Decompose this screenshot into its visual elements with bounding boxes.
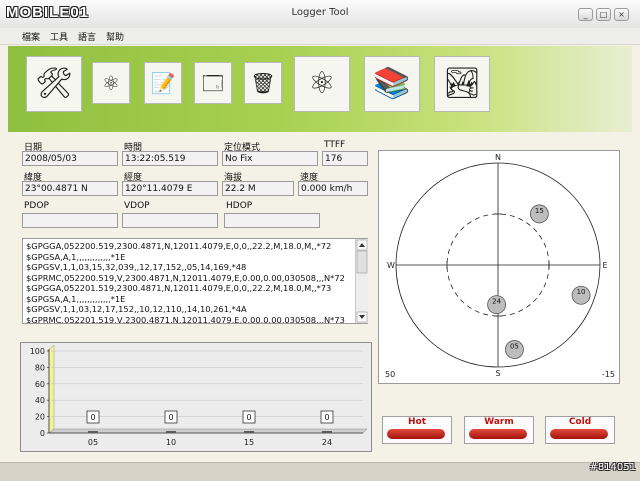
nmea-line: $GPGSV,1,1,03,15,32,039,,12,17,152,,05,1… bbox=[26, 262, 247, 272]
sky-plot: N S E W 50 -15 15 10 24 05 bbox=[385, 153, 615, 379]
speed-field: 0.000 km/h bbox=[298, 181, 368, 196]
snr-chart: 020406080100005010015024 bbox=[30, 344, 368, 447]
y-tick-label: 60 bbox=[35, 380, 45, 389]
clear-icon: 🗑 bbox=[250, 71, 276, 95]
snr-bar bbox=[88, 431, 98, 433]
x-tick-label: 10 bbox=[166, 438, 176, 447]
menu-tools[interactable]: 工具 bbox=[50, 30, 68, 43]
satellite-prn-label: 10 bbox=[577, 288, 586, 296]
window-button[interactable]: 🗔 bbox=[194, 62, 232, 104]
menu-bar: 檔案 工具 語言 幫助 bbox=[0, 28, 640, 45]
satellite-prn-label: 05 bbox=[510, 343, 519, 351]
latitude-field: 23°00.4871 N bbox=[22, 181, 118, 196]
sky-corner-left-label: 50 bbox=[385, 370, 395, 379]
cold-start-button[interactable]: Cold bbox=[545, 416, 615, 444]
y-tick-label: 20 bbox=[35, 413, 45, 422]
y-tick-label: 100 bbox=[30, 347, 45, 356]
menu-help[interactable]: 幫助 bbox=[106, 30, 124, 43]
satellite-atom-icon: ⚛ bbox=[308, 66, 336, 101]
documents-stack-icon: 📚 bbox=[373, 66, 411, 101]
clear-button[interactable]: 🗑 bbox=[244, 62, 282, 104]
x-tick-label: 15 bbox=[244, 438, 254, 447]
x-tick-label: 24 bbox=[322, 438, 332, 447]
nmea-log[interactable]: $GPGGA,052200.519,2300.4871,N,12011.4079… bbox=[22, 238, 368, 324]
hot-button-bar bbox=[387, 429, 445, 439]
hot-button-label: Hot bbox=[407, 417, 427, 427]
hdop-field bbox=[224, 213, 320, 228]
bar-value-label: 0 bbox=[90, 413, 95, 422]
snr-bar bbox=[322, 431, 332, 433]
window-icon: 🗔 bbox=[202, 71, 224, 95]
hdop-label: HDOP bbox=[226, 201, 253, 211]
bar-value-label: 0 bbox=[168, 413, 173, 422]
bar-value-label: 0 bbox=[246, 413, 251, 422]
nmea-scrollbar[interactable] bbox=[355, 239, 368, 323]
nmea-line: $GPGSA,A,1,,,,,,,,,,,,,*1E bbox=[26, 251, 126, 262]
satellite-prn-label: 24 bbox=[492, 298, 501, 306]
pdop-label: PDOP bbox=[24, 201, 49, 211]
y-tick-label: 0 bbox=[40, 429, 45, 438]
nmea-line: $GPGSV,1,1,03,12,17,152,,10,12,110,,14,1… bbox=[26, 304, 247, 314]
menu-file[interactable]: 檔案 bbox=[22, 30, 40, 43]
map-photo-icon: 🏞 bbox=[442, 66, 482, 101]
nmea-line: $GPGGA,052201.519,2300.4871,N,12011.4079… bbox=[26, 283, 332, 293]
x-tick-label: 05 bbox=[88, 438, 98, 447]
molecule-button[interactable]: ⚛ bbox=[92, 62, 130, 104]
y-tick-label: 80 bbox=[35, 363, 45, 372]
map-button[interactable]: 🏞 bbox=[434, 56, 490, 112]
altitude-field: 22.2 M bbox=[222, 181, 294, 196]
close-button[interactable]: × bbox=[614, 8, 629, 21]
nmea-line: $GPGSA,A,1,,,,,,,,,,,,,*1E bbox=[26, 293, 126, 304]
compass-south-label: S bbox=[495, 369, 500, 378]
nmea-line: $GPRMC,052201.519,V,2300.4871,N,12011.40… bbox=[26, 314, 345, 324]
sky-corner-right-label: -15 bbox=[602, 370, 615, 379]
sky-view-panel: N S E W 50 -15 15 10 24 05 bbox=[378, 150, 620, 384]
bar-value-label: 0 bbox=[324, 413, 329, 422]
time-field: 13:22:05.519 bbox=[122, 151, 218, 166]
title-bar: MOBILE01 Logger Tool _ □ × bbox=[0, 0, 640, 29]
date-field: 2008/05/03 bbox=[22, 151, 118, 166]
warm-button-label: Warm bbox=[484, 417, 514, 427]
nmea-line: $GPRMC,052200.519,V,2300.4871,N,12011.40… bbox=[26, 272, 345, 283]
satellite-view-button[interactable]: ⚛ bbox=[294, 56, 350, 112]
cold-button-bar bbox=[550, 429, 608, 439]
compass-west-label: W bbox=[387, 261, 395, 270]
y-tick-label: 40 bbox=[35, 396, 45, 405]
longitude-field: 120°11.4079 E bbox=[122, 181, 218, 196]
document-edit-button[interactable]: 📝 bbox=[144, 62, 182, 104]
pdop-field bbox=[22, 213, 118, 228]
document-edit-icon: 📝 bbox=[150, 71, 176, 95]
chart-back-wall bbox=[48, 344, 55, 434]
documents-button[interactable]: 📚 bbox=[364, 56, 420, 112]
maximize-button[interactable]: □ bbox=[596, 8, 611, 21]
ttff-label: TTFF bbox=[324, 140, 346, 150]
vdop-field bbox=[122, 213, 218, 228]
molecule-icon: ⚛ bbox=[102, 71, 120, 95]
fix-mode-field: No Fix bbox=[222, 151, 318, 166]
snr-bar bbox=[244, 431, 254, 433]
cold-button-label: Cold bbox=[568, 417, 592, 427]
ttff-field: 176 bbox=[322, 151, 368, 166]
minimize-button[interactable]: _ bbox=[578, 8, 593, 21]
menu-language[interactable]: 語言 bbox=[78, 30, 96, 43]
compass-north-label: N bbox=[495, 153, 501, 162]
warm-start-button[interactable]: Warm bbox=[464, 416, 534, 444]
watermark: #814051 bbox=[589, 462, 636, 473]
nmea-line: $GPGGA,052200.519,2300.4871,N,12011.4079… bbox=[26, 241, 332, 251]
settings-tools-button[interactable]: 🛠 bbox=[26, 56, 82, 112]
compass-east-label: E bbox=[602, 261, 607, 270]
scrollbar-arrows bbox=[356, 239, 368, 323]
hot-start-button[interactable]: Hot bbox=[382, 416, 452, 444]
vdop-label: VDOP bbox=[124, 201, 150, 211]
window-title: Logger Tool bbox=[291, 7, 349, 18]
status-bar bbox=[0, 462, 640, 481]
satellite-prn-label: 15 bbox=[535, 207, 544, 215]
snr-bar bbox=[166, 431, 176, 433]
snr-chart-panel: 0 20 40 60 80 100 0 05 0 10 0 15 0 24 bbox=[20, 342, 372, 452]
warm-button-bar bbox=[469, 429, 527, 439]
settings-tools-icon: 🛠 bbox=[34, 66, 74, 101]
